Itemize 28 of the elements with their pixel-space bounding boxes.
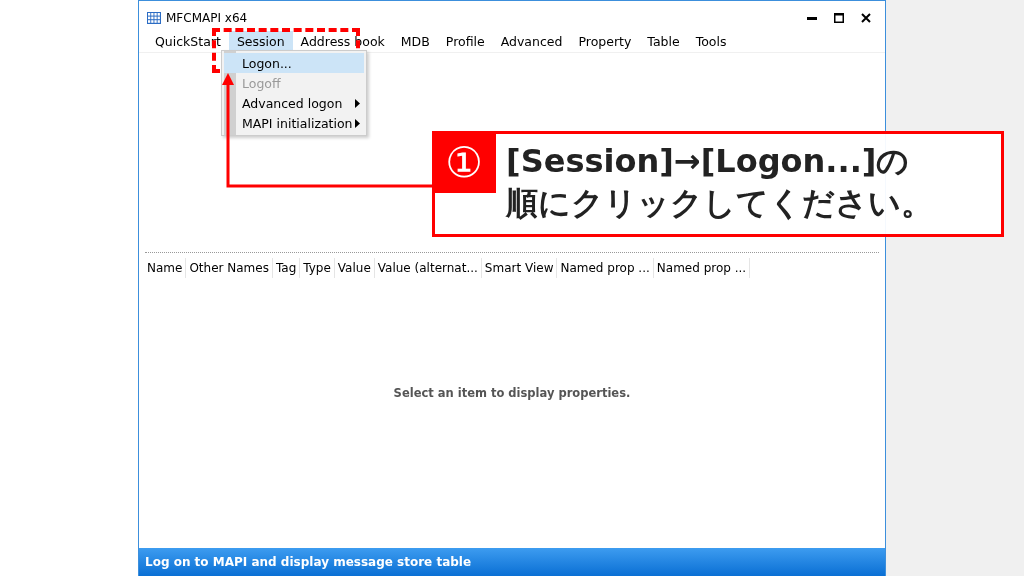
window-title: MFCMAPI x64: [166, 11, 249, 25]
menu-item[interactable]: MDB: [392, 31, 438, 52]
column-header[interactable]: Smart View: [481, 258, 558, 278]
menu-item[interactable]: QuickStart: [147, 31, 229, 52]
empty-message: Select an item to display properties.: [393, 386, 631, 400]
menu-entry[interactable]: Logon...: [224, 53, 364, 73]
menu-item[interactable]: Profile: [437, 31, 493, 52]
column-header[interactable]: Tag: [272, 258, 301, 278]
callout-text: [Session]→[Logon...]の順にクリックしてください。: [504, 141, 934, 224]
column-header[interactable]: Type: [300, 258, 335, 278]
maximize-icon: [834, 13, 844, 23]
menu-entry[interactable]: MAPI initialization: [236, 113, 364, 133]
column-header[interactable]: Named prop ...: [653, 258, 751, 278]
menu-item[interactable]: Property: [570, 31, 640, 52]
column-header[interactable]: Value: [334, 258, 375, 278]
status-bar: Log on to MAPI and display message store table: [139, 548, 885, 576]
step-number: ①: [432, 131, 496, 193]
menu-item[interactable]: Table: [639, 31, 688, 52]
menu-item[interactable]: Tools: [687, 31, 735, 52]
column-header[interactable]: Other Names: [186, 258, 273, 278]
menu-item[interactable]: Advanced: [492, 31, 571, 52]
column-header[interactable]: Named prop ...: [557, 258, 654, 278]
close-icon: [861, 13, 871, 23]
column-header[interactable]: Value (alternat...: [374, 258, 482, 278]
menu-entry[interactable]: Advanced logon: [236, 93, 364, 113]
minimize-icon: [807, 16, 817, 20]
column-header[interactable]: Name: [144, 258, 187, 278]
app-icon: [147, 12, 161, 24]
